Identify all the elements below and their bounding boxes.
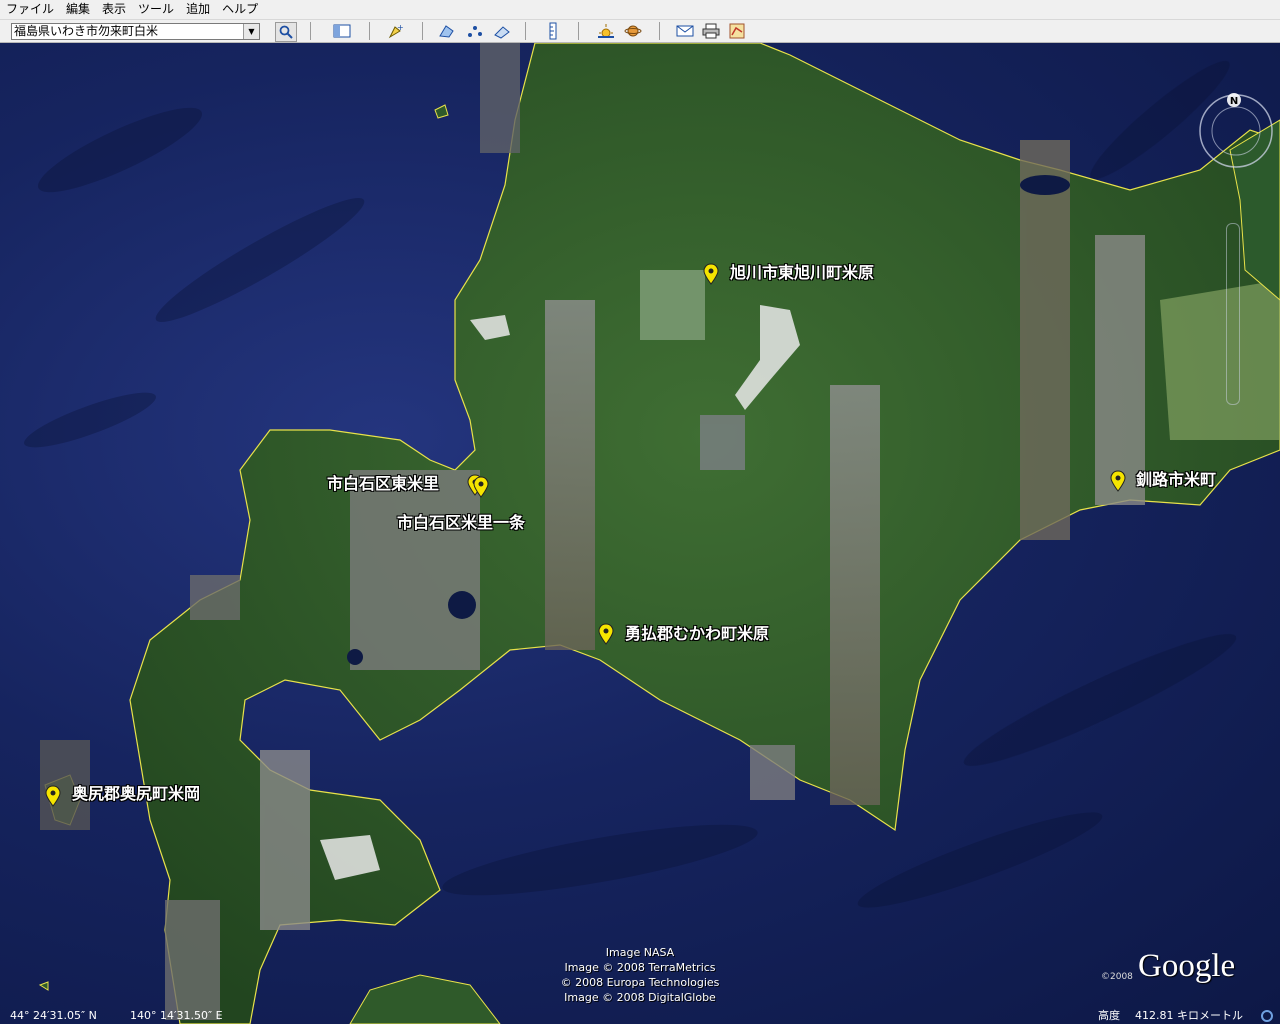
email-icon[interactable] xyxy=(675,22,695,40)
toolbar-separator xyxy=(659,22,660,40)
placemark-label[interactable]: 勇払郡むかわ町米原 xyxy=(625,620,769,644)
map-view[interactable]: N 旭川市東旭川町米原 市白石区東米里 市白石区米里一条 釧路市米町 勇払郡むか… xyxy=(0,43,1280,1024)
placemark-icon[interactable]: + xyxy=(385,22,405,40)
print-icon[interactable] xyxy=(701,22,721,40)
sun-icon[interactable] xyxy=(596,22,616,40)
menu-help[interactable]: ヘルプ xyxy=(216,0,264,19)
navigation-compass[interactable]: N xyxy=(1196,91,1276,171)
altitude-value: 412.81 キロメートル xyxy=(1135,1009,1243,1022)
altitude-label: 高度 xyxy=(1098,1009,1120,1022)
toolbar-separator xyxy=(578,22,579,40)
credit-line: Image © 2008 DigitalGlobe xyxy=(564,991,716,1004)
placemark-pin-icon[interactable] xyxy=(1110,470,1126,492)
credit-line: Image © 2008 TerraMetrics xyxy=(564,961,716,974)
menu-view[interactable]: 表示 xyxy=(96,0,132,19)
credit-line: Image NASA xyxy=(605,946,675,959)
maps-icon[interactable] xyxy=(727,22,747,40)
placemark-label[interactable]: 市白石区東米里 xyxy=(327,470,439,494)
logo-copyright: ©2008 xyxy=(1101,972,1133,982)
toolbar-separator xyxy=(369,22,370,40)
polygon-icon[interactable] xyxy=(437,22,457,40)
toolbar-separator xyxy=(310,22,311,40)
ruler-icon[interactable] xyxy=(543,22,563,40)
search-input[interactable]: 福島県いわき市勿来町白米 ▼ xyxy=(11,23,260,40)
placemark-label[interactable]: 奥尻郡奥尻町米岡 xyxy=(72,780,200,804)
placemark-pin-icon[interactable] xyxy=(45,785,61,807)
placemark-label[interactable]: 旭川市東旭川町米原 xyxy=(730,259,874,283)
placemark-pin-icon[interactable] xyxy=(598,623,614,645)
toolbar: 福島県いわき市勿来町白米 ▼ + xyxy=(0,19,1280,43)
streaming-indicator-icon xyxy=(1261,1010,1273,1022)
placemark-pin-icon[interactable] xyxy=(703,263,719,285)
menu-tools[interactable]: ツール xyxy=(132,0,180,19)
longitude-readout: 140° 14′31.50″ E xyxy=(130,1009,223,1022)
image-overlay-icon[interactable] xyxy=(492,22,512,40)
chevron-down-icon[interactable]: ▼ xyxy=(243,24,259,39)
compass-north-label: N xyxy=(1230,96,1238,107)
google-logo: Google xyxy=(1138,948,1236,984)
zoom-slider[interactable] xyxy=(1226,223,1240,405)
latitude-readout: 44° 24′31.05″ N xyxy=(10,1009,97,1022)
svg-text:+: + xyxy=(397,23,404,32)
path-icon[interactable] xyxy=(465,22,485,40)
credit-line: © 2008 Europa Technologies xyxy=(560,976,720,989)
imagery-credits: Image NASA Image © 2008 TerraMetrics © 2… xyxy=(520,945,760,1005)
placemark-label[interactable]: 市白石区米里一条 xyxy=(397,509,525,533)
placemark-label[interactable]: 釧路市米町 xyxy=(1136,466,1216,490)
menu-edit[interactable]: 編集 xyxy=(60,0,96,19)
menu-bar: ファイル 編集 表示 ツール 追加 ヘルプ xyxy=(0,0,1280,19)
toolbar-separator xyxy=(422,22,423,40)
search-input-value: 福島県いわき市勿来町白米 xyxy=(14,24,159,38)
search-icon[interactable] xyxy=(275,22,297,42)
toolbar-separator xyxy=(525,22,526,40)
satellite-imagery xyxy=(24,43,1280,1024)
planet-icon[interactable] xyxy=(623,22,643,40)
sidebar-icon[interactable] xyxy=(332,22,352,40)
menu-add[interactable]: 追加 xyxy=(180,0,216,19)
placemark-pin-icon[interactable] xyxy=(473,476,489,498)
menu-file[interactable]: ファイル xyxy=(0,0,60,19)
